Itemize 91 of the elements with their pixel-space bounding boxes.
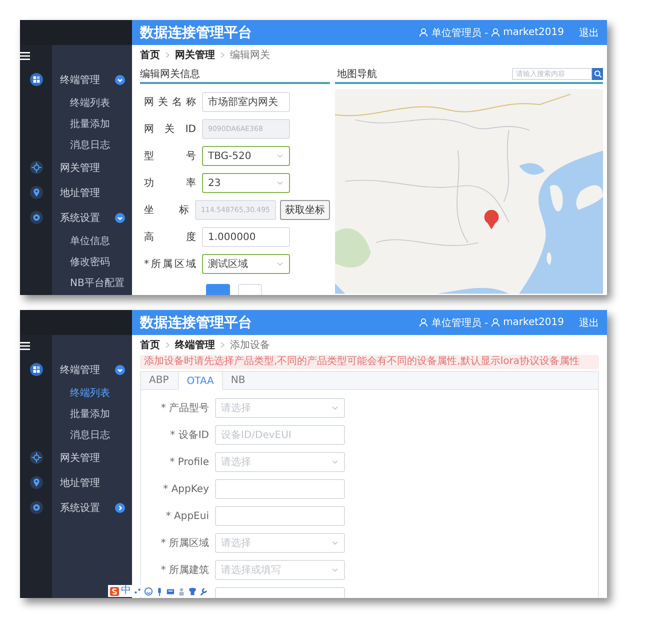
search-icon bbox=[594, 70, 602, 78]
alert-message: 添加设备时请先选择产品类型,不同的产品类型可能会有不同的设备属性,默认显示lora协议设备属性 bbox=[140, 355, 599, 369]
field-label: * AppEui bbox=[164, 510, 209, 522]
breadcrumb-separator-icon bbox=[165, 342, 170, 348]
section-title: 编辑网关信息 bbox=[140, 65, 330, 84]
submenu-item[interactable]: 单位信息 bbox=[70, 234, 110, 248]
shirt-icon[interactable] bbox=[188, 586, 197, 596]
user-group-icon bbox=[419, 318, 428, 327]
field-label: 功 率 bbox=[144, 176, 196, 190]
location-pin-icon[interactable] bbox=[30, 476, 42, 489]
user-role: 单位管理员 - bbox=[431, 26, 488, 40]
gear-icon[interactable] bbox=[30, 501, 42, 514]
field-label: 型 号 bbox=[144, 150, 196, 163]
caret-icon bbox=[331, 539, 339, 547]
field-label: 网 关 名 称 bbox=[144, 96, 196, 109]
crosshair-icon[interactable] bbox=[30, 161, 42, 174]
submenu-item[interactable]: 批量添加 bbox=[70, 406, 110, 420]
breadcrumb-link[interactable]: 终端管理 bbox=[175, 338, 215, 352]
user-icon bbox=[491, 318, 500, 327]
keyboard-icon[interactable] bbox=[166, 586, 175, 596]
caret-icon bbox=[276, 152, 284, 160]
field-label: * 设备ID bbox=[169, 429, 209, 442]
location-pin-icon[interactable] bbox=[30, 186, 42, 199]
field-label: * 所属区域 bbox=[160, 536, 209, 550]
input-field[interactable]: 市场部室内网关 bbox=[202, 92, 290, 112]
field-label: * 产品型号 bbox=[160, 402, 209, 415]
caret-icon bbox=[331, 404, 339, 412]
tab[interactable]: ABP bbox=[141, 372, 178, 389]
field-label: * Profile bbox=[168, 456, 209, 468]
submenu-item[interactable]: 消息日志 bbox=[70, 428, 110, 442]
section-title: 地图导航 bbox=[337, 68, 377, 80]
breadcrumb-separator-icon bbox=[220, 52, 225, 58]
select-field[interactable]: 23 bbox=[202, 173, 290, 193]
menu-icon[interactable] bbox=[20, 342, 30, 350]
search-button[interactable] bbox=[592, 68, 603, 80]
breadcrumb-link[interactable]: 首页 bbox=[140, 48, 160, 62]
menu-item[interactable]: 系统设置 bbox=[60, 500, 112, 514]
menu-item[interactable]: 地址管理 bbox=[60, 186, 112, 200]
ime-logo-icon[interactable] bbox=[110, 586, 119, 596]
select-field[interactable]: TBG-520 bbox=[202, 146, 290, 166]
input-field[interactable] bbox=[215, 479, 345, 499]
submenu-item[interactable]: 终端列表 bbox=[70, 386, 110, 400]
field-label: 坐 标 bbox=[144, 204, 189, 217]
submenu-item[interactable]: 修改密码 bbox=[70, 254, 110, 268]
app-title: 数据连接管理平台 bbox=[140, 314, 252, 332]
submenu-item[interactable]: 终端列表 bbox=[70, 96, 110, 110]
chevron-icon[interactable] bbox=[115, 74, 125, 84]
submenu-item[interactable]: 消息日志 bbox=[70, 138, 110, 152]
microphone-icon[interactable] bbox=[155, 586, 164, 596]
punctuation-icon[interactable] bbox=[133, 586, 142, 596]
chevron-icon[interactable] bbox=[115, 364, 125, 374]
gear-icon[interactable] bbox=[30, 211, 42, 224]
select-field[interactable]: 测试区域 bbox=[202, 254, 290, 274]
user-role: 单位管理员 - bbox=[431, 316, 488, 330]
field-label: * AppKey bbox=[162, 484, 209, 494]
input-field[interactable] bbox=[215, 506, 345, 526]
breadcrumb-link[interactable]: 网关管理 bbox=[175, 48, 215, 62]
submenu-item[interactable]: 批量添加 bbox=[70, 116, 110, 130]
menu-item[interactable]: 地址管理 bbox=[60, 476, 112, 490]
caret-icon bbox=[331, 458, 339, 466]
field-label: *所属区域 bbox=[144, 258, 196, 271]
chevron-icon[interactable] bbox=[115, 212, 125, 222]
breadcrumb-separator-icon bbox=[220, 342, 225, 348]
apps-icon[interactable] bbox=[30, 73, 42, 86]
smiley-icon[interactable] bbox=[144, 586, 153, 596]
caret-icon bbox=[276, 179, 284, 187]
menu-icon[interactable] bbox=[20, 52, 30, 60]
menu-item[interactable]: 系统设置 bbox=[60, 210, 112, 224]
get-coordinates-button[interactable]: 获取坐标 bbox=[280, 200, 330, 220]
apps-icon[interactable] bbox=[30, 363, 42, 376]
input-mode-toggle[interactable]: 中 bbox=[121, 586, 131, 596]
field-label: 网 关 ID bbox=[144, 122, 196, 136]
crosshair-icon[interactable] bbox=[30, 451, 42, 464]
chevron-icon[interactable] bbox=[115, 502, 125, 512]
user-group-icon bbox=[419, 28, 428, 37]
field-label: 高 度 bbox=[144, 230, 196, 244]
caret-icon bbox=[276, 260, 284, 268]
submenu-item[interactable]: NB平台配置 bbox=[70, 276, 124, 290]
input-field[interactable]: 1.000000 bbox=[202, 227, 290, 247]
menu-item[interactable]: 网关管理 bbox=[60, 450, 112, 464]
menu-item[interactable]: 网关管理 bbox=[60, 160, 112, 174]
breadcrumb-link[interactable]: 首页 bbox=[140, 338, 160, 352]
wrench-icon[interactable] bbox=[199, 586, 208, 596]
tab[interactable]: NB bbox=[222, 372, 254, 389]
caret-icon bbox=[331, 566, 339, 574]
user-icon bbox=[491, 28, 500, 37]
field-label: * 所属建筑 bbox=[160, 564, 209, 577]
app-title: 数据连接管理平台 bbox=[140, 24, 252, 42]
breadcrumb-separator-icon bbox=[165, 52, 170, 58]
menu-item[interactable]: 终端管理 bbox=[60, 72, 112, 86]
menu-item[interactable]: 终端管理 bbox=[60, 362, 112, 376]
